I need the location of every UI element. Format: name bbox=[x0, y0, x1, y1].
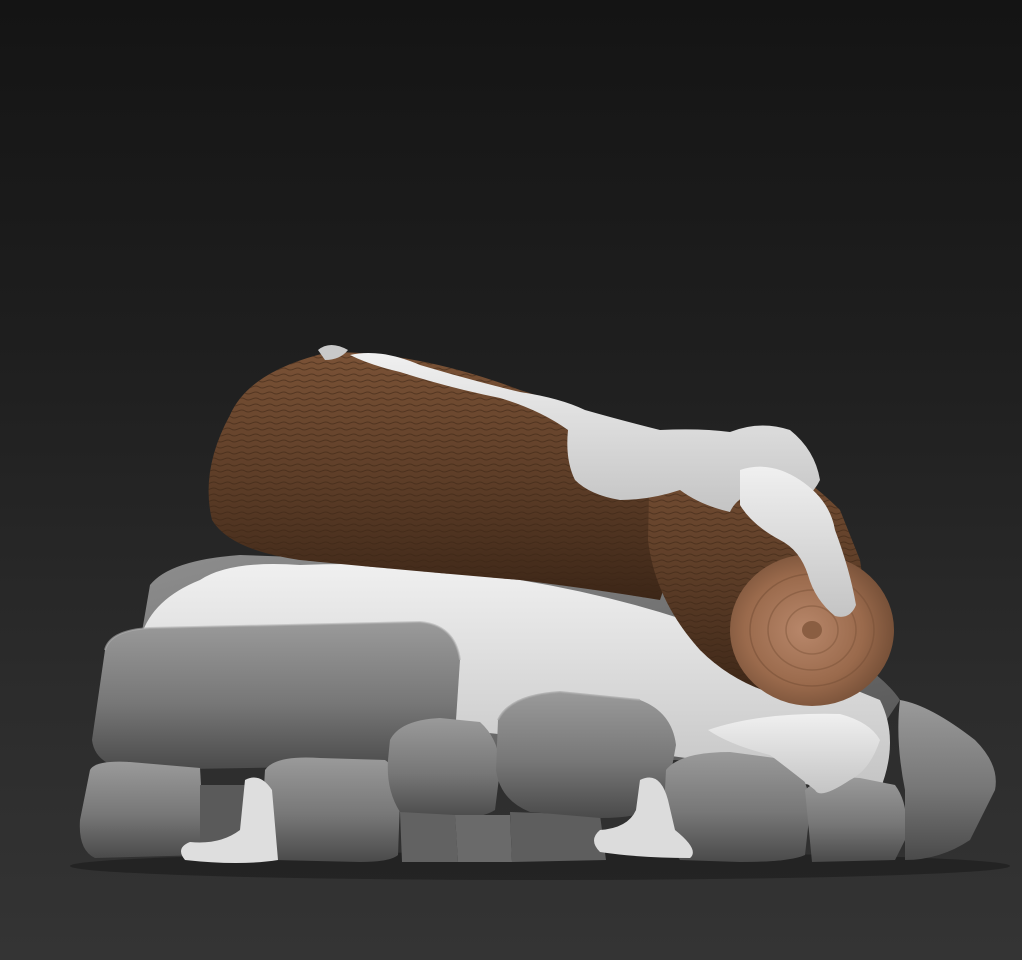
stone-bottom-4 bbox=[400, 812, 458, 862]
stone-bottom-3 bbox=[262, 757, 400, 862]
stone-mid-1 bbox=[387, 718, 500, 819]
stone-bottom-1 bbox=[79, 761, 205, 858]
sculpt-viewport[interactable] bbox=[0, 0, 1022, 960]
stone-bottom-5 bbox=[455, 815, 512, 862]
sculpt-model[interactable] bbox=[0, 0, 1022, 960]
stone-right-end bbox=[898, 700, 996, 860]
stone-bottom-6 bbox=[510, 812, 606, 862]
